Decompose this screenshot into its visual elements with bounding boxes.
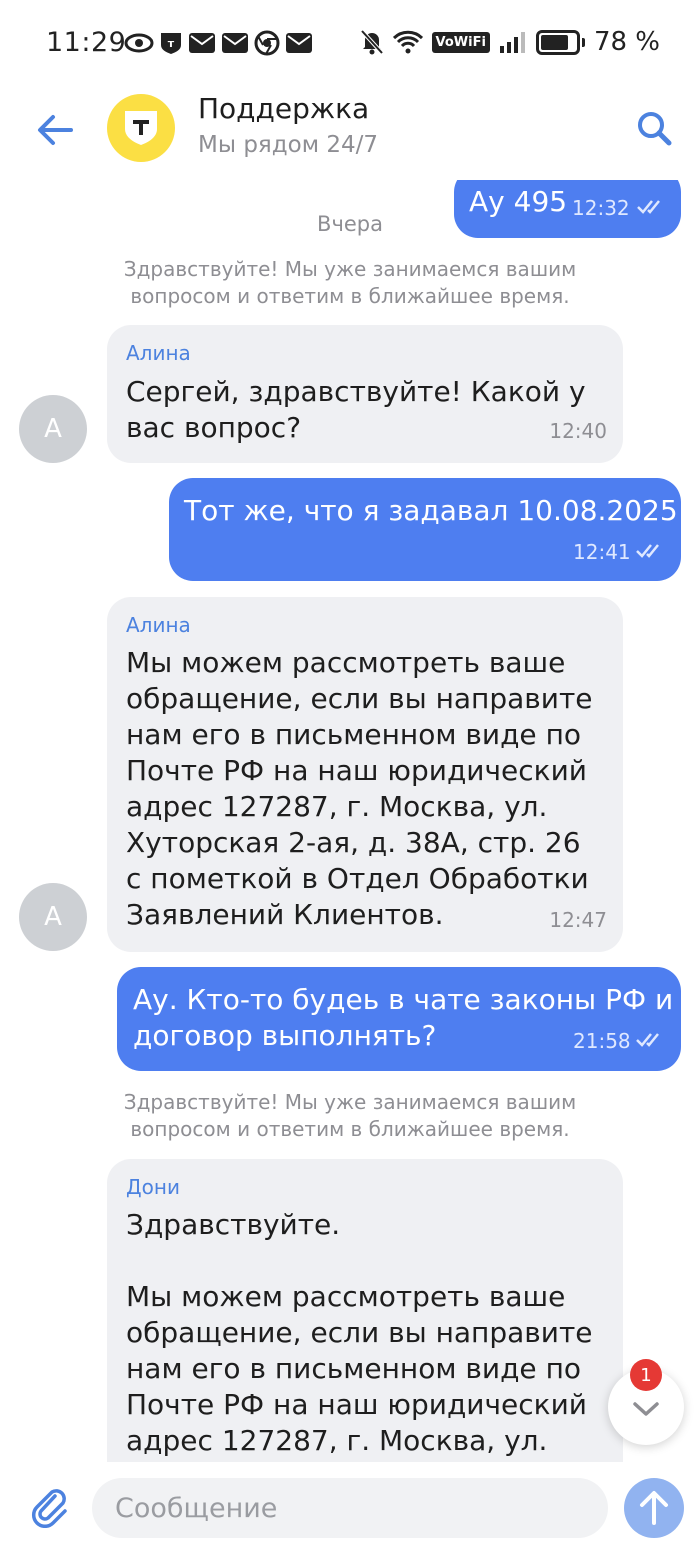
message-composer	[0, 1462, 700, 1554]
outgoing-message[interactable]: Ау. Кто-то будеь в чате законы РФ и дого…	[117, 967, 681, 1071]
outgoing-message[interactable]: Тот же, что я задавал 10.08.2025 12:41	[169, 478, 681, 581]
back-arrow-icon[interactable]	[35, 110, 75, 150]
bank-app-icon: т	[161, 33, 181, 54]
incoming-message[interactable]: Дони Здравствуйте. Мы можем рассмотреть …	[107, 1159, 623, 1462]
svg-text:т: т	[168, 37, 175, 50]
chat-title: Поддержка	[198, 92, 370, 125]
system-message: Здравствуйте! Мы уже занимаемся вашим во…	[123, 257, 577, 308]
send-button[interactable]	[624, 1478, 684, 1538]
sender-name: Алина	[126, 341, 191, 365]
incoming-message[interactable]: Алина Мы можем рассмотреть ваше обращени…	[107, 597, 623, 952]
wifi-icon	[392, 30, 423, 54]
message-text: Тот же, что я задавал 10.08.2025	[184, 494, 678, 527]
sender-name: Алина	[126, 613, 191, 637]
unread-badge: 1	[630, 1359, 662, 1391]
message-time: 12:47	[549, 908, 607, 932]
read-ticks-icon	[636, 1033, 659, 1047]
message-time: 12:41	[573, 540, 631, 564]
message-text: Мы можем рассмотреть ваше обращение, есл…	[126, 646, 593, 931]
avatar: А	[19, 395, 87, 463]
system-icons: VoWiFi 78 %	[360, 27, 660, 57]
avatar: А	[19, 883, 87, 951]
system-message: Здравствуйте! Мы уже занимаемся вашим во…	[123, 1090, 577, 1141]
vowifi-badge: VoWiFi	[431, 31, 490, 53]
sender-name: Дони	[126, 1175, 180, 1199]
status-time: 11:29	[46, 27, 127, 58]
paperclip-icon[interactable]	[27, 1484, 71, 1528]
chrome-icon	[254, 30, 280, 56]
bell-muted-icon	[360, 29, 383, 55]
chat-subtitle: Мы рядом 24/7	[198, 132, 379, 158]
mail-icon	[286, 33, 312, 53]
arrow-up-icon	[640, 1491, 668, 1525]
day-separator: Вчера	[317, 212, 383, 236]
message-time: 21:58	[573, 1029, 631, 1053]
status-bar: 11:29 т VoWiFi 78 %	[0, 0, 700, 88]
mail-icon	[189, 33, 215, 53]
incoming-message[interactable]: Алина Сергей, здравствуйте! Какой у вас …	[107, 325, 623, 463]
mail-icon	[222, 33, 248, 53]
message-input[interactable]	[92, 1478, 608, 1538]
search-icon[interactable]	[634, 108, 674, 148]
eye-icon	[124, 33, 154, 53]
read-ticks-icon	[636, 544, 659, 558]
shield-logo-icon	[125, 111, 157, 145]
message-text: Сергей, здравствуйте! Какой у вас вопрос…	[126, 375, 586, 444]
message-time: 12:40	[549, 419, 607, 443]
message-text: Здравствуйте. Мы можем рассмотреть ваше …	[126, 1208, 593, 1457]
support-logo	[107, 94, 175, 162]
chat-header: Поддержка Мы рядом 24/7	[0, 88, 700, 180]
notification-icons: т	[124, 30, 313, 56]
battery-icon	[535, 29, 580, 55]
battery-level: 78 %	[593, 27, 660, 57]
signal-icon	[499, 32, 525, 53]
